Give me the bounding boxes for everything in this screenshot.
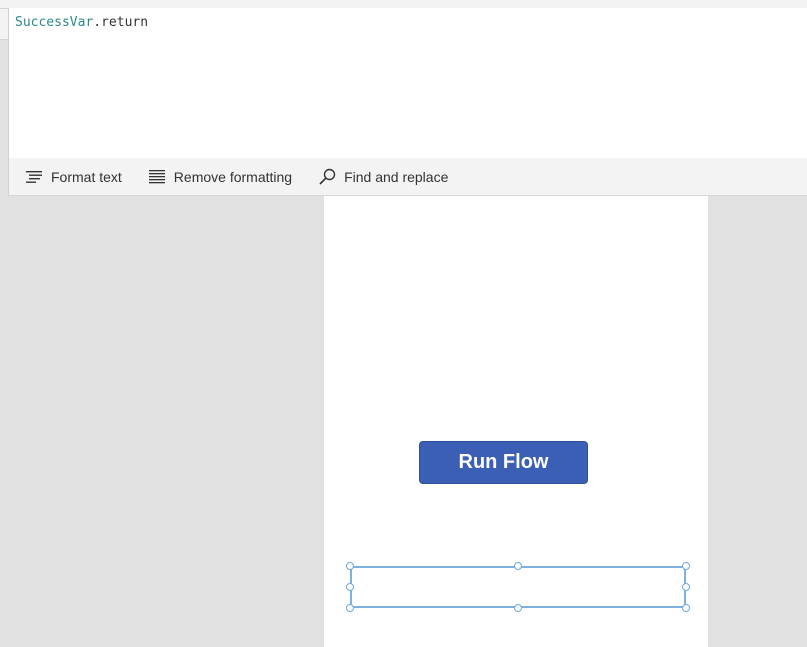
formula-editor[interactable]: SuccessVar.return [8, 8, 807, 158]
formula-text[interactable]: SuccessVar.return [15, 15, 148, 30]
resize-handle-bottom-center[interactable] [514, 604, 522, 612]
format-text-button[interactable]: Format text [26, 158, 122, 195]
find-replace-label: Find and replace [344, 168, 449, 185]
remove-formatting-icon [148, 169, 166, 184]
resize-handle-bottom-right[interactable] [682, 604, 690, 612]
selected-label-control[interactable] [350, 566, 686, 608]
remove-formatting-label: Remove formatting [173, 168, 293, 185]
format-text-icon [26, 170, 43, 183]
search-icon [319, 168, 336, 185]
format-text-label: Format text [51, 168, 122, 185]
remove-formatting-button[interactable]: Remove formatting [148, 158, 293, 195]
resize-handle-top-center[interactable] [514, 562, 522, 570]
formula-member: .return [93, 15, 149, 30]
resize-handle-bottom-left[interactable] [346, 604, 354, 612]
resize-handle-middle-right[interactable] [682, 583, 690, 591]
resize-handle-top-right[interactable] [682, 562, 690, 570]
formula-variable: SuccessVar [15, 15, 94, 30]
left-gutter [0, 9, 8, 40]
formula-toolbar: Format text Remove formatting Find and r… [8, 158, 807, 196]
find-replace-button[interactable]: Find and replace [319, 158, 448, 195]
resize-handle-middle-left[interactable] [346, 583, 354, 591]
resize-handle-top-left[interactable] [346, 562, 354, 570]
run-flow-button[interactable]: Run Flow [419, 441, 588, 484]
app-screen-canvas: Run Flow [324, 196, 708, 647]
